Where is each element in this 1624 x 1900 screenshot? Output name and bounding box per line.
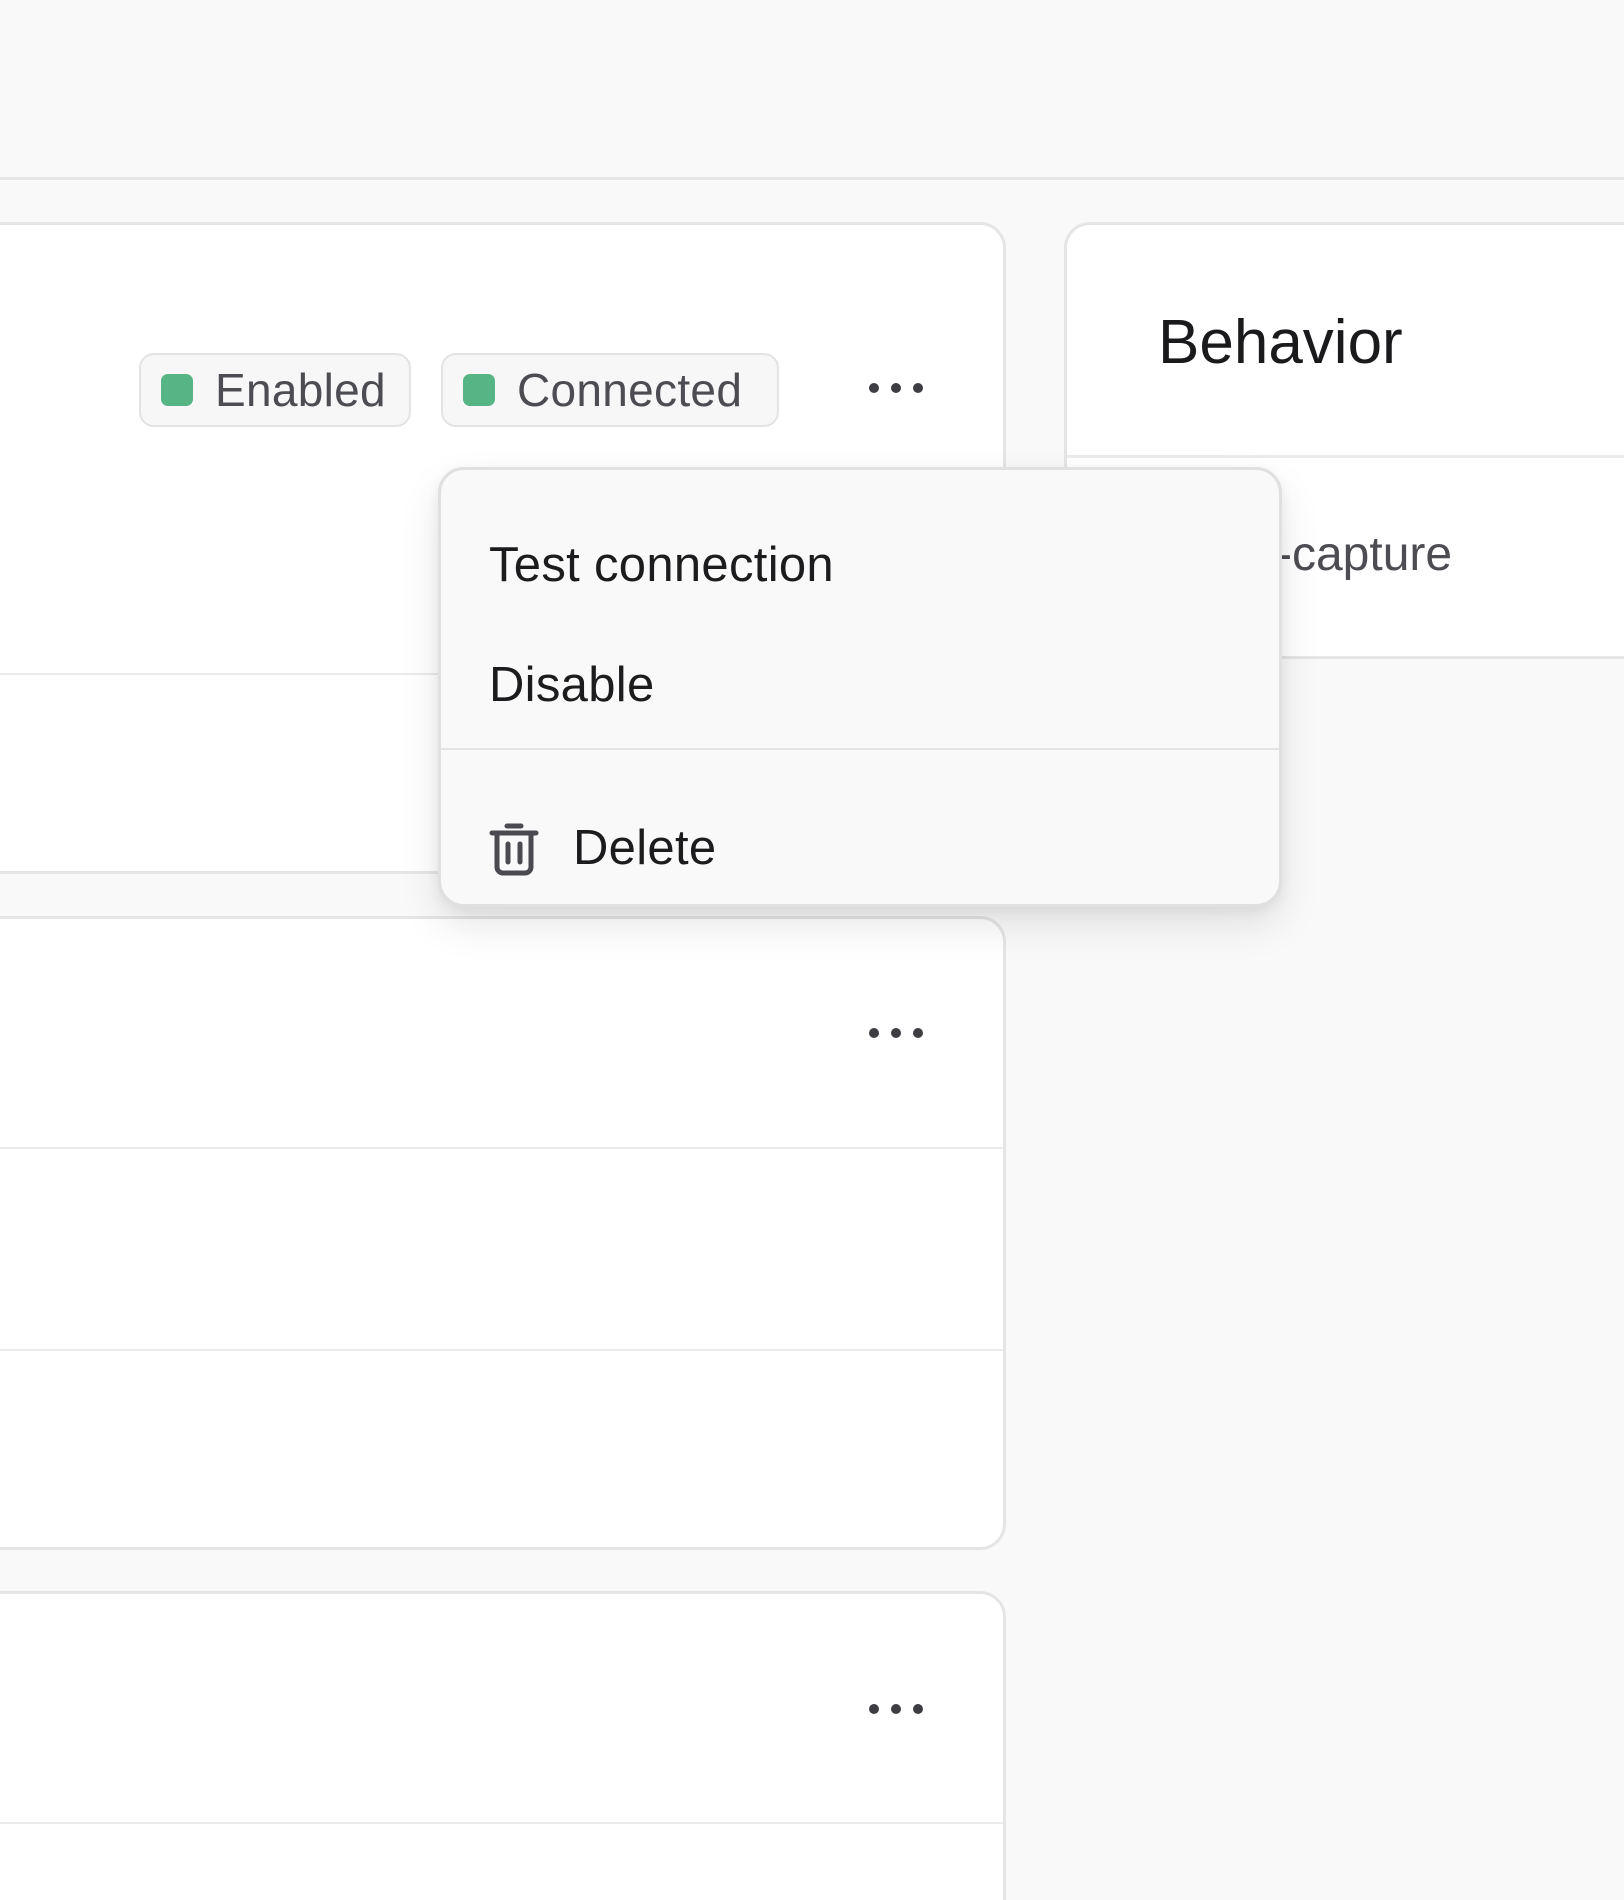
card-divider xyxy=(0,1147,1003,1149)
menu-item-delete[interactable]: Delete xyxy=(441,800,1279,896)
menu-item-test-connection[interactable]: Test connection xyxy=(441,520,1279,610)
more-options-button[interactable] xyxy=(856,1679,936,1739)
connection-card xyxy=(0,1591,1006,1900)
menu-item-disable[interactable]: Disable xyxy=(441,640,1279,730)
status-badge-enabled: Enabled xyxy=(139,353,411,427)
card-divider xyxy=(0,1349,1003,1351)
menu-separator xyxy=(441,748,1279,750)
menu-item-label: Delete xyxy=(573,821,717,875)
status-dot xyxy=(463,374,495,406)
behavior-setting-label: -capture xyxy=(1276,528,1453,581)
status-badge-label: Enabled xyxy=(215,364,386,416)
connection-card xyxy=(0,916,1006,1550)
top-header-bar xyxy=(0,0,1624,180)
more-horizontal-icon xyxy=(869,1704,923,1714)
menu-item-label: Test connection xyxy=(489,538,834,592)
behavior-title: Behavior xyxy=(1158,308,1403,377)
status-dot xyxy=(161,374,193,406)
trash-icon xyxy=(489,820,539,876)
more-options-button[interactable] xyxy=(856,1003,936,1063)
context-menu: Test connection Disable Delete xyxy=(438,467,1282,907)
more-horizontal-icon xyxy=(869,1028,923,1038)
more-horizontal-icon xyxy=(869,383,923,393)
more-options-button[interactable] xyxy=(856,358,936,418)
behavior-divider xyxy=(1067,455,1624,458)
menu-item-label: Disable xyxy=(489,658,655,712)
card-divider xyxy=(0,1822,1003,1824)
page: Enabled Connected Behavior -capture Test… xyxy=(0,0,1624,1900)
status-badge-connected: Connected xyxy=(441,353,779,427)
status-badge-label: Connected xyxy=(517,364,743,416)
